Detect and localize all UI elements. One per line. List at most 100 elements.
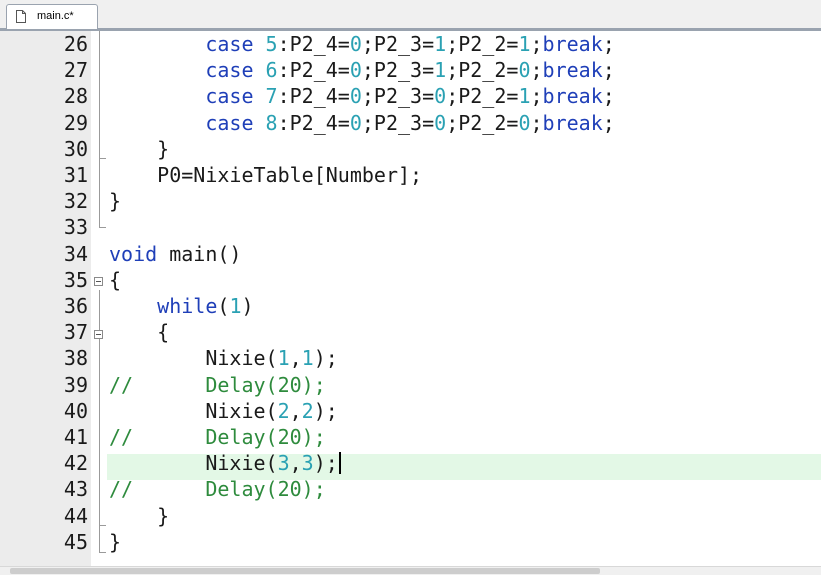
code-text: while(1) — [109, 293, 254, 319]
code-token: ; — [602, 32, 615, 56]
code-text: P0=NixieTable[Number]; — [109, 162, 422, 188]
code-line[interactable]: 40 Nixie(2,2); — [0, 398, 821, 424]
code-token: Nixie( — [109, 346, 278, 371]
code-text: case 8:P2_4=0;P2_3=0;P2_2=0;break; — [109, 110, 615, 136]
keyword-token: case — [205, 58, 254, 83]
code-token: :P2_4= — [277, 32, 350, 56]
number-token: 0 — [518, 58, 531, 83]
line-number: 42 — [63, 451, 88, 476]
line-number: 27 — [63, 58, 88, 83]
line-number: 32 — [63, 189, 88, 214]
code-editor[interactable]: 26 case 5:P2_4=0;P2_3=1;P2_2=1;break; 27 … — [0, 31, 821, 566]
code-token: ; — [602, 58, 615, 83]
code-line[interactable]: 26 case 5:P2_4=0;P2_3=1;P2_2=1;break; — [0, 31, 821, 57]
code-line[interactable]: 30 } — [0, 136, 821, 162]
code-token: ) — [241, 294, 254, 318]
keyword-token: break — [542, 84, 603, 109]
keyword-token: break — [542, 32, 603, 56]
line-number: 26 — [63, 32, 88, 56]
code-line[interactable]: 33 — [0, 214, 821, 240]
code-text: { — [109, 319, 169, 345]
keyword-token: break — [542, 110, 603, 135]
code-token: ;P2_3= — [361, 58, 435, 83]
number-token: 7 — [265, 84, 278, 109]
code-token: ; — [530, 84, 543, 109]
number-token: 3 — [301, 451, 314, 476]
code-token: { — [109, 320, 170, 345]
keyword-token: case — [205, 84, 254, 109]
code-token: } — [109, 136, 170, 161]
code-line[interactable]: 28 case 7:P2_4=0;P2_3=0;P2_2=1;break; — [0, 83, 821, 109]
horizontal-scrollbar[interactable] — [0, 566, 821, 575]
code-token: Nixie( — [109, 451, 278, 476]
code-line[interactable]: 41 // Delay(20); — [0, 424, 821, 450]
line-number: 45 — [63, 529, 88, 554]
code-token: ;P2_2= — [446, 32, 519, 56]
code-token: ; — [602, 110, 615, 135]
number-token: 1 — [518, 84, 531, 109]
line-number: 39 — [63, 372, 88, 397]
number-token: 6 — [265, 58, 278, 83]
code-token: { — [109, 267, 122, 292]
code-line[interactable]: 32} — [0, 188, 821, 214]
editor-tab-bar: main.c* — [0, 0, 821, 31]
fold-toggle-icon[interactable] — [94, 277, 103, 286]
line-number: 41 — [63, 425, 88, 449]
code-line[interactable]: 43 // Delay(20); — [0, 476, 821, 502]
code-text: } — [109, 503, 169, 529]
code-line[interactable]: 37 { — [0, 319, 821, 345]
number-token: 0 — [349, 58, 362, 83]
keyword-token: case — [205, 32, 254, 56]
line-number: 35 — [63, 267, 88, 292]
code-line[interactable]: 42 Nixie(3,3); — [0, 450, 821, 476]
number-token: 1 — [229, 294, 242, 318]
fold-end-tick — [99, 525, 106, 526]
file-icon — [16, 10, 26, 23]
code-text: case 6:P2_4=0;P2_3=1;P2_2=0;break; — [109, 57, 615, 83]
line-number: 38 — [63, 346, 88, 371]
keyword-token: void — [109, 241, 158, 266]
code-line[interactable]: 34 void main() — [0, 241, 821, 267]
number-token: 8 — [265, 110, 278, 135]
tab-label: main.c* — [37, 10, 74, 22]
number-token: 0 — [434, 84, 447, 109]
line-number: 36 — [63, 294, 88, 318]
line-number: 40 — [63, 398, 88, 423]
code-token: :P2_4= — [277, 110, 350, 135]
code-line[interactable]: 44 } — [0, 503, 821, 529]
code-text: { — [109, 267, 121, 293]
code-line[interactable]: 29 case 8:P2_4=0;P2_3=0;P2_2=0;break; — [0, 110, 821, 136]
code-token: , — [289, 451, 302, 476]
keyword-token: case — [205, 110, 254, 135]
comment-token: // Delay(20); — [109, 477, 326, 502]
code-text: // Delay(20); — [109, 476, 326, 502]
code-token: ;P2_3= — [361, 32, 435, 56]
code-text: case 7:P2_4=0;P2_3=0;P2_2=1;break; — [109, 83, 615, 109]
line-number: 37 — [63, 320, 88, 345]
fold-toggle-icon[interactable] — [94, 330, 103, 339]
number-token: 1 — [301, 346, 314, 371]
code-line[interactable]: 45} — [0, 529, 821, 555]
code-line[interactable]: 39 // Delay(20); — [0, 372, 821, 398]
code-token: Nixie( — [109, 398, 278, 423]
code-line[interactable]: 36 while(1) — [0, 293, 821, 319]
code-token: } — [109, 189, 122, 214]
code-token: , — [289, 346, 302, 371]
keyword-token: break — [542, 58, 603, 83]
scrollbar-thumb[interactable] — [10, 568, 600, 574]
code-token: :P2_4= — [277, 84, 350, 109]
keyword-token: while — [157, 294, 218, 318]
tab-main-c[interactable]: main.c* — [6, 4, 98, 29]
code-line[interactable]: 38 Nixie(1,1); — [0, 345, 821, 371]
code-line[interactable]: 27 case 6:P2_4=0;P2_3=1;P2_2=0;break; — [0, 57, 821, 83]
fold-end-tick — [99, 227, 106, 228]
number-token: 0 — [349, 110, 362, 135]
code-line[interactable]: 35 { — [0, 267, 821, 293]
fold-end-tick — [99, 552, 106, 553]
code-token: ;P2_2= — [446, 58, 519, 83]
code-line[interactable]: 31 P0=NixieTable[Number]; — [0, 162, 821, 188]
number-token: 0 — [434, 110, 447, 135]
code-token: ; — [602, 84, 615, 109]
